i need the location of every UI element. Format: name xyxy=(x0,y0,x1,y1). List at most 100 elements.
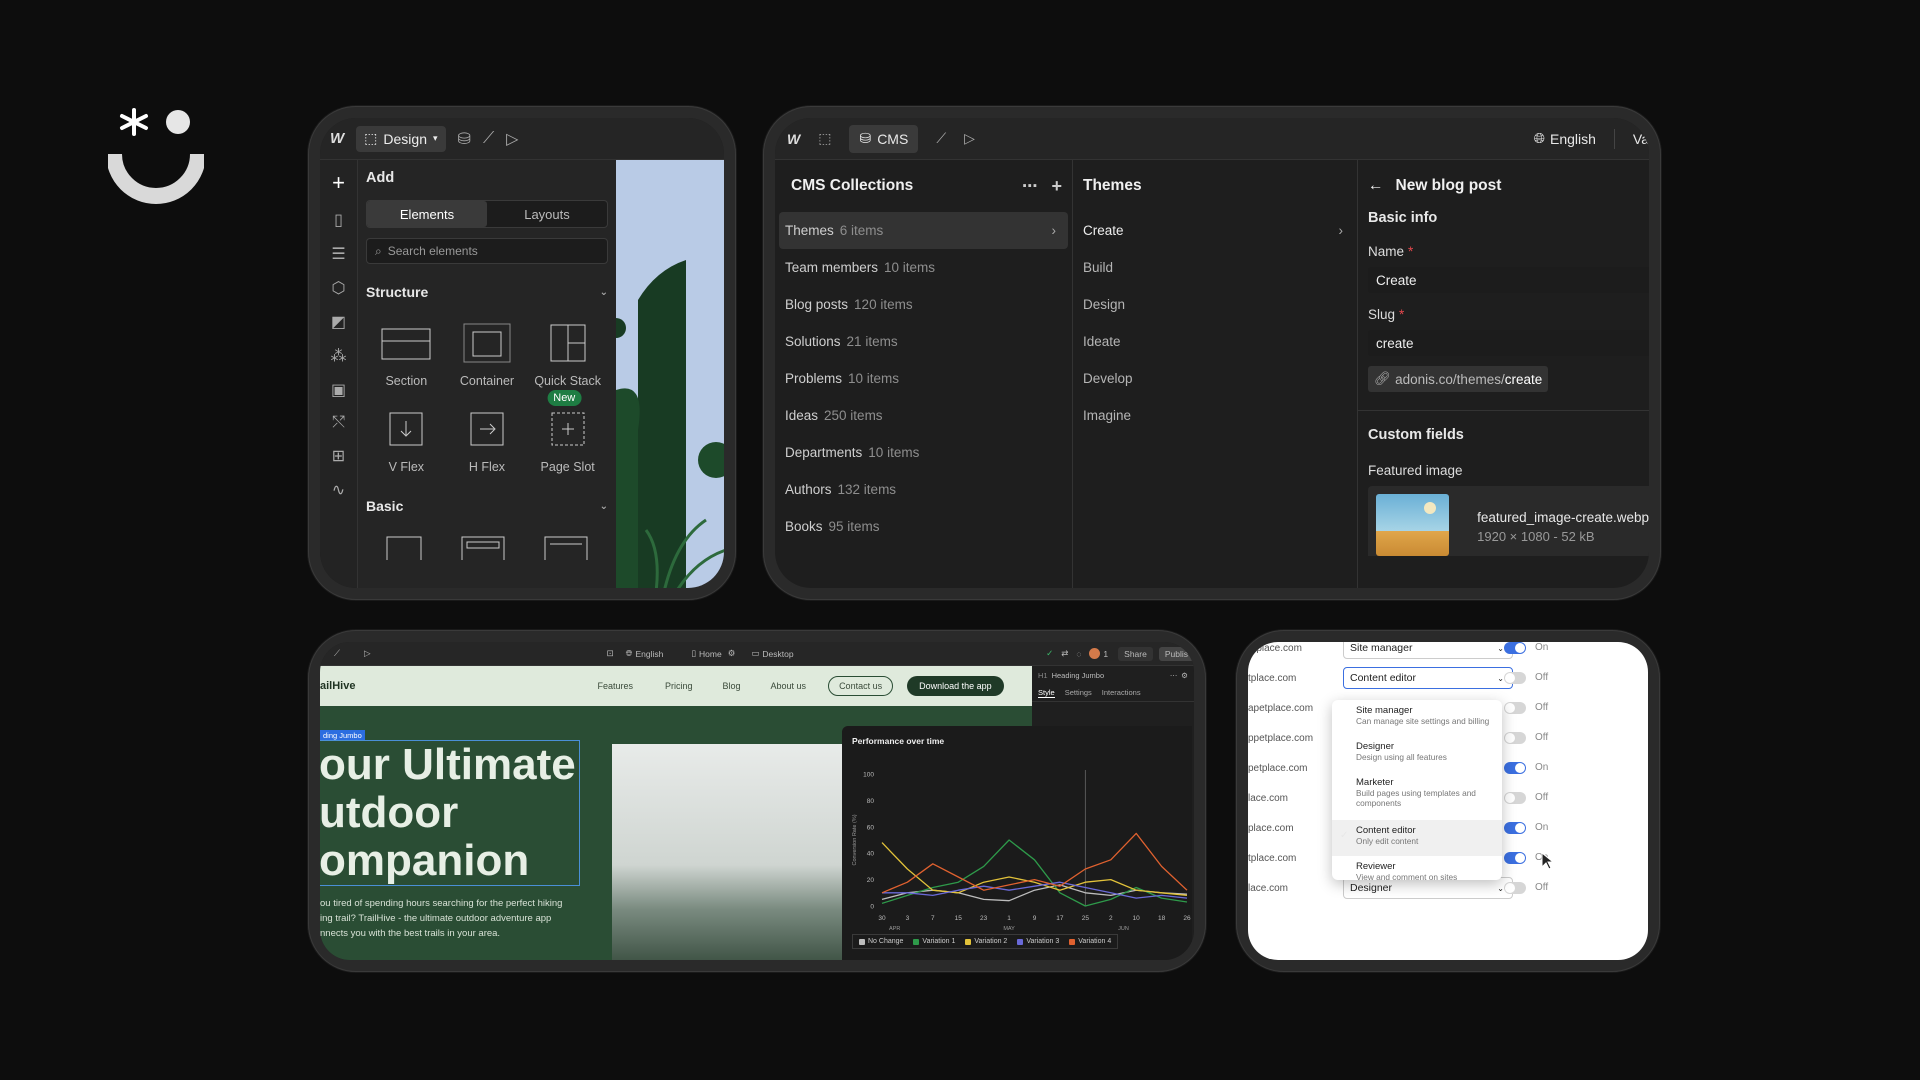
nav-features[interactable]: Features xyxy=(597,681,633,691)
language-selector[interactable]: English xyxy=(635,649,663,659)
theme-item[interactable]: Ideate xyxy=(1073,323,1357,360)
element-hflex[interactable]: H Flex xyxy=(447,406,528,474)
featured-image-card[interactable]: featured_image-create.webp 1920 × 1080 -… xyxy=(1368,486,1649,556)
designer-canvas[interactable] xyxy=(616,160,724,588)
access-toggle[interactable] xyxy=(1504,882,1526,894)
collection-item[interactable]: Solutions 21 items xyxy=(775,323,1072,360)
language-selector[interactable]: 🌐︎ English xyxy=(1534,130,1596,147)
publish-button[interactable]: Publis xyxy=(1158,646,1194,661)
collection-item[interactable]: Authors 132 items xyxy=(775,471,1072,508)
collection-item[interactable]: Books 95 items xyxy=(775,508,1072,545)
access-toggle[interactable] xyxy=(1504,762,1526,774)
database-icon[interactable]: ⛁ xyxy=(458,129,471,149)
download-button[interactable]: Download the app xyxy=(907,676,1004,696)
access-toggle[interactable] xyxy=(1504,792,1526,804)
contact-button[interactable]: Contact us xyxy=(828,676,894,696)
access-toggle[interactable] xyxy=(1504,822,1526,834)
site-logo[interactable]: ailHive xyxy=(320,680,355,692)
tab-interactions[interactable]: Interactions xyxy=(1102,688,1141,697)
webflow-logo-icon[interactable]: W xyxy=(330,130,344,147)
add-icon[interactable]: + xyxy=(332,170,345,196)
play-icon[interactable]: ▷ xyxy=(364,648,371,659)
cms-mode-button[interactable]: ⛁ CMS xyxy=(849,124,919,153)
role-option[interactable]: Designer Design using all features xyxy=(1332,736,1502,772)
legend-item[interactable]: Variation 2 xyxy=(965,938,1007,945)
nav-pricing[interactable]: Pricing xyxy=(665,681,693,691)
nav-blog[interactable]: Blog xyxy=(723,681,741,691)
element-container[interactable]: Container xyxy=(447,320,528,388)
role-select[interactable]: Site manager ⌄ xyxy=(1343,642,1513,659)
analytics-icon[interactable]: ⟋ xyxy=(334,648,340,659)
access-toggle[interactable] xyxy=(1504,672,1526,684)
access-toggle[interactable] xyxy=(1504,702,1526,714)
element-section[interactable]: Section xyxy=(366,320,447,388)
collection-item[interactable]: Team members 10 items xyxy=(775,249,1072,286)
logic-icon[interactable]: ⤲ xyxy=(332,414,345,432)
tab-style[interactable]: Style xyxy=(1038,688,1055,698)
play-icon[interactable]: ▷ xyxy=(964,130,975,147)
more-icon[interactable]: ⋯ xyxy=(1022,177,1038,196)
breakpoint-selector[interactable]: Desktop xyxy=(762,649,793,659)
variables-icon[interactable]: ⁂ xyxy=(331,346,347,366)
share-button[interactable]: Share xyxy=(1118,646,1153,661)
legend-item[interactable]: Variation 1 xyxy=(913,938,955,945)
basic-element-icon[interactable] xyxy=(461,536,505,560)
collection-item[interactable]: Themes 6 items › xyxy=(779,212,1068,249)
role-option[interactable]: Marketer Build pages using templates and … xyxy=(1332,772,1502,820)
theme-item[interactable]: Develop xyxy=(1073,360,1357,397)
styles-icon[interactable]: ◩ xyxy=(331,312,346,332)
pointer-icon[interactable]: ⬚ xyxy=(818,130,831,147)
collection-item[interactable]: Departments 10 items xyxy=(775,434,1072,471)
role-select-open[interactable]: Content editor ⌄ xyxy=(1343,667,1513,689)
gear-icon[interactable]: ⚙ xyxy=(728,648,736,659)
play-icon[interactable]: ▷ xyxy=(506,129,518,149)
element-page-slot[interactable]: New Page Slot xyxy=(527,390,608,474)
user-initials[interactable]: Va xyxy=(1633,131,1649,147)
slug-url-preview[interactable]: 🔗︎ adonis.co/themes/create xyxy=(1368,366,1549,392)
theme-item[interactable]: Design xyxy=(1073,286,1357,323)
add-collection-icon[interactable]: + xyxy=(1051,176,1062,197)
settings-icon[interactable]: ⚙ xyxy=(1181,671,1188,680)
components-icon[interactable]: ⬡ xyxy=(332,278,346,298)
design-mode-button[interactable]: ⬚ Design ▾ xyxy=(356,125,446,152)
theme-item[interactable]: Build xyxy=(1073,249,1357,286)
back-arrow-icon[interactable]: ← xyxy=(1368,177,1384,195)
structure-section-header[interactable]: Structure ⌄ xyxy=(366,284,608,300)
legend-item[interactable]: Variation 4 xyxy=(1069,938,1111,945)
legend-item[interactable]: No Change xyxy=(859,938,903,945)
role-option[interactable]: ✓ Content editor Only edit content xyxy=(1332,820,1502,856)
webflow-logo-icon[interactable]: W xyxy=(787,131,800,147)
access-toggle[interactable] xyxy=(1504,642,1526,654)
comments-icon[interactable]: ◌ xyxy=(1076,649,1081,659)
page-selector[interactable]: Home xyxy=(699,649,722,659)
tab-layouts[interactable]: Layouts xyxy=(487,201,607,227)
activity-icon[interactable]: ∿ xyxy=(332,480,345,500)
analytics-icon[interactable]: ⟋ xyxy=(483,130,494,148)
collection-item[interactable]: Ideas 250 items xyxy=(775,397,1072,434)
element-quick-stack[interactable]: Quick Stack xyxy=(527,320,608,388)
basic-section-header[interactable]: Basic ⌄ xyxy=(366,498,608,514)
assets-icon[interactable]: ▣ xyxy=(331,380,346,400)
hero-heading[interactable]: our Ultimate utdoor ompanion xyxy=(320,740,580,886)
analytics-icon[interactable]: ⟋ xyxy=(936,130,946,147)
basic-element-icon[interactable] xyxy=(386,536,422,560)
role-option[interactable]: Reviewer View and comment on sites xyxy=(1332,856,1502,892)
apps-icon[interactable]: ⊞ xyxy=(332,446,345,466)
inspect-icon[interactable]: ⊡ xyxy=(607,648,614,659)
name-field[interactable]: Create xyxy=(1368,267,1649,293)
more-icon[interactable]: ⋯ xyxy=(1170,671,1178,680)
nav-about[interactable]: About us xyxy=(771,681,807,691)
publish-status-icon[interactable]: ⇄ xyxy=(1061,648,1068,659)
slug-field[interactable]: create xyxy=(1368,330,1649,356)
access-toggle[interactable] xyxy=(1504,852,1526,864)
element-vflex[interactable]: V Flex xyxy=(366,406,447,474)
search-elements-input[interactable]: ⌕ Search elements xyxy=(366,238,608,264)
legend-item[interactable]: Variation 3 xyxy=(1017,938,1059,945)
collection-item[interactable]: Blog posts 120 items xyxy=(775,286,1072,323)
role-option[interactable]: Site manager Can manage site settings and… xyxy=(1332,700,1502,736)
pages-icon[interactable]: ▯ xyxy=(334,210,343,230)
tab-settings[interactable]: Settings xyxy=(1065,688,1092,697)
navigator-icon[interactable]: ☰ xyxy=(331,244,345,264)
access-toggle[interactable] xyxy=(1504,732,1526,744)
basic-element-icon[interactable] xyxy=(544,536,588,560)
